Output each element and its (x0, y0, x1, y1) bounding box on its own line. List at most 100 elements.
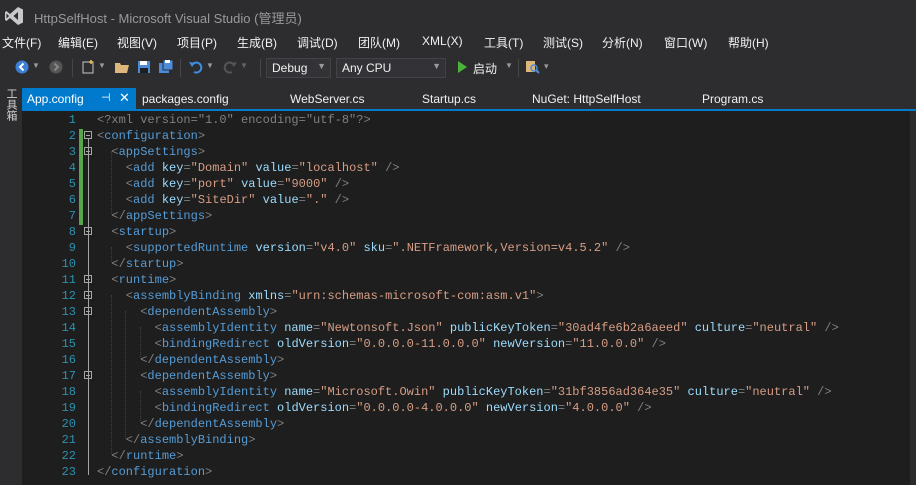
start-dropdown-icon[interactable]: ▼ (505, 61, 513, 70)
tab-program-cs[interactable]: Program.cs (696, 88, 796, 109)
code-line: <supportedRuntime version="v4.0" sku=".N… (97, 241, 630, 255)
menu-edit[interactable]: 编辑(E) (58, 34, 98, 51)
code-token: </ (97, 417, 155, 431)
menu-team[interactable]: 团队(M) (358, 34, 400, 51)
code-token: > (269, 305, 278, 319)
toolbar-separator (518, 59, 519, 77)
menu-view[interactable]: 视图(V) (117, 34, 157, 51)
code-token: < (97, 289, 134, 303)
document-tab-strip: App.config ⊣ ✕ packages.config WebServer… (22, 88, 916, 111)
menu-file[interactable]: 文件(F) (2, 34, 41, 51)
code-token: key (161, 177, 184, 191)
code-token: "31bf3856ad364e35" (550, 385, 681, 399)
tab-label: Program.cs (702, 92, 764, 106)
code-token: startup (118, 225, 170, 239)
code-token: add (133, 177, 155, 191)
save-icon[interactable] (136, 59, 152, 75)
code-token: newVersion (485, 401, 558, 415)
close-icon[interactable]: ✕ (119, 90, 130, 106)
line-number: 12 (61, 289, 76, 303)
code-token: dependentAssembly (147, 305, 270, 319)
back-icon[interactable] (14, 59, 30, 75)
pin-icon[interactable]: ⊣ (101, 91, 111, 104)
tab-label: Startup.cs (422, 92, 477, 106)
undo-icon[interactable] (188, 59, 204, 75)
new-project-icon[interactable] (80, 59, 96, 75)
solution-platform-value: Any CPU (342, 61, 392, 75)
collapse-icon[interactable] (84, 131, 92, 139)
menu-build[interactable]: 生成(B) (237, 34, 277, 51)
find-in-files-icon[interactable] (524, 59, 540, 75)
menu-debug[interactable]: 调试(D) (297, 34, 338, 51)
line-number: 17 (61, 369, 76, 383)
tab-app-config[interactable]: App.config ⊣ ✕ (22, 88, 136, 109)
code-token: "SiteDir" (190, 193, 256, 207)
code-token: name (284, 321, 314, 335)
line-number: 1 (68, 113, 76, 127)
menu-test[interactable]: 测试(S) (543, 34, 583, 51)
solution-platform-select[interactable]: Any CPU ▼ (336, 58, 446, 78)
tab-label: packages.config (142, 92, 229, 106)
tab-packages-config[interactable]: packages.config (136, 88, 266, 109)
save-all-icon[interactable] (158, 59, 174, 75)
code-token: bindingRedirect (161, 401, 270, 415)
toolbar-overflow-icon[interactable]: ▾ (544, 61, 549, 72)
open-file-icon[interactable] (114, 59, 130, 75)
toolbox-tab[interactable]: 工具箱 (3, 88, 17, 121)
menu-project[interactable]: 项目(P) (177, 34, 217, 51)
code-token: = (183, 193, 191, 207)
tab-nuget-httpselfhost[interactable]: NuGet: HttpSelfHost (526, 88, 676, 109)
menu-tools[interactable]: 工具(T) (484, 34, 523, 51)
redo-icon[interactable] (222, 59, 238, 75)
code-editor[interactable]: 1 2 3 4 5 6 7 8 9 10 11 12 13 14 15 16 17 18 19 20 21 22 23 <?… (22, 111, 916, 485)
code-token: culture (694, 321, 746, 335)
tab-webserver-cs[interactable]: WebServer.cs (284, 88, 404, 109)
menu-window[interactable]: 窗口(W) (664, 34, 707, 51)
menu-bar: 文件(F) 编辑(E) 视图(V) 项目(P) 生成(B) 调试(D) 团队(M… (0, 32, 916, 52)
code-token: "port" (190, 177, 234, 191)
menu-analyze[interactable]: 分析(N) (602, 34, 643, 51)
code-token: /> (327, 177, 350, 191)
code-line: </dependentAssembly> (97, 417, 284, 431)
solution-configuration-select[interactable]: Debug ▼ (266, 58, 331, 78)
code-token: > (197, 129, 206, 143)
code-token: key (161, 193, 184, 207)
tab-startup-cs[interactable]: Startup.cs (416, 88, 516, 109)
code-token: bindingRedirect (161, 337, 270, 351)
code-line: <dependentAssembly> (97, 305, 277, 319)
code-token: dependentAssembly (154, 353, 278, 367)
line-number: 21 (61, 433, 76, 447)
undo-dropdown-icon[interactable]: ▼ (206, 61, 214, 70)
visual-studio-logo-icon (5, 7, 23, 25)
menu-help[interactable]: 帮助(H) (728, 34, 769, 51)
code-token: "v4.0" (313, 241, 357, 255)
code-token: = (291, 161, 299, 175)
code-token: value (241, 177, 278, 191)
code-token: runtime (118, 273, 170, 287)
code-token: assemblyBinding (133, 289, 242, 303)
window-title: HttpSelfHost - Microsoft Visual Studio (… (34, 11, 302, 26)
code-token: < (97, 241, 134, 255)
line-number: 3 (68, 145, 76, 159)
code-token: add (133, 193, 155, 207)
code-line: </configuration> (97, 465, 212, 479)
line-number: 19 (61, 401, 76, 415)
menu-xml[interactable]: XML(X) (422, 34, 463, 48)
back-dropdown-icon[interactable]: ▼ (32, 61, 40, 70)
code-token: < (97, 321, 162, 335)
redo-dropdown-icon[interactable]: ▼ (240, 61, 248, 70)
code-token: "Newtonsoft.Json" (320, 321, 443, 335)
forward-icon[interactable] (48, 59, 64, 75)
code-token: "neutral" (745, 385, 810, 399)
new-dropdown-icon[interactable]: ▼ (98, 61, 106, 70)
fold-guide (88, 139, 89, 475)
vertical-scrollbar[interactable] (910, 111, 916, 485)
code-token: "Domain" (190, 161, 249, 175)
code-token: "4.0.0.0" (565, 401, 630, 415)
